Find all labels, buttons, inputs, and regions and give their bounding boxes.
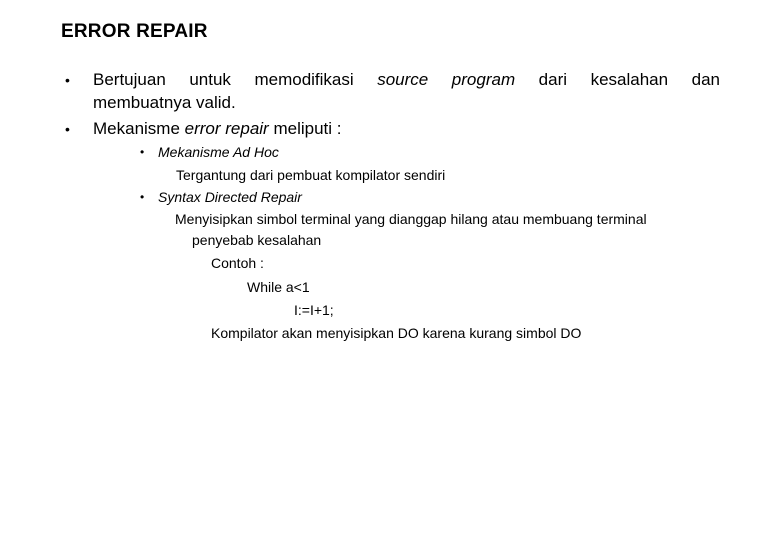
bullet-text: Mekanisme error repair meliputi :: [93, 119, 341, 139]
bullet-marker: •: [65, 121, 70, 137]
example-label: Contoh :: [211, 255, 264, 271]
word: program: [451, 70, 516, 89]
slide-title: ERROR REPAIR: [61, 21, 208, 42]
text-italic: error repair: [184, 119, 269, 138]
bullet-text-continuation: membuatnya valid.: [93, 93, 236, 112]
word: source: [377, 70, 429, 89]
sub-bullet-label: Mekanisme Ad Hoc: [158, 144, 279, 160]
word: Bertujuan: [93, 70, 166, 89]
bullet-text-line: Bertujuan untuk memodifikasi source prog…: [93, 70, 720, 90]
word: untuk: [189, 70, 231, 89]
word: dan: [691, 70, 720, 89]
word: dari: [538, 70, 568, 89]
example-explanation: Kompilator akan menyisipkan DO karena ku…: [211, 325, 582, 341]
text-suffix: meliputi :: [268, 119, 342, 138]
sub-bullet-marker: •: [140, 190, 145, 204]
sub-bullet-description: Tergantung dari pembuat kompilator sendi…: [176, 167, 446, 183]
sub-bullet-description: Menyisipkan simbol terminal yang diangga…: [175, 211, 647, 227]
sub-bullet-description: penyebab kesalahan: [192, 232, 322, 248]
text-prefix: Mekanisme: [93, 119, 185, 138]
word: kesalahan: [590, 70, 669, 89]
sub-bullet-marker: •: [140, 145, 145, 159]
example-code-line: I:=I+1;: [294, 302, 334, 318]
sub-bullet-label: Syntax Directed Repair: [158, 189, 302, 205]
bullet-marker: •: [65, 72, 70, 88]
example-code-line: While a<1: [247, 279, 310, 295]
word: memodifikasi: [254, 70, 354, 89]
